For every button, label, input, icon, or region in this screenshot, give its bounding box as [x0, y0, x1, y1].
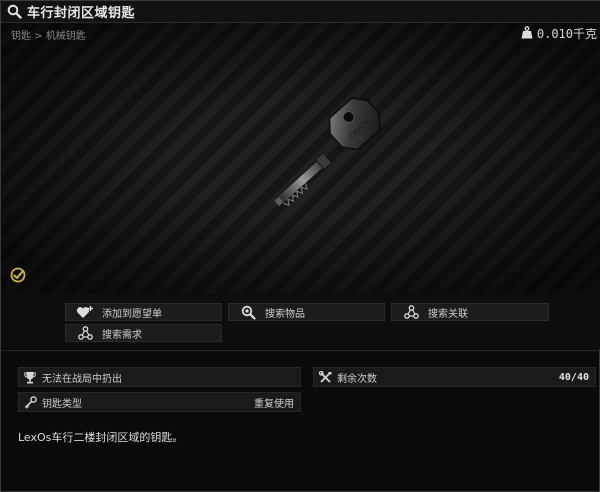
divider: [1, 350, 600, 351]
item-preview: 钥匙 > 机械钥匙 0.010千克 LexOs: [1, 23, 600, 293]
attribute-no-extract-label: 无法在战局中扔出: [42, 373, 122, 385]
search-related-button[interactable]: 搜索关联: [391, 303, 549, 321]
attribute-uses-left-label: 剩余次数: [337, 373, 377, 385]
action-bar: 添加到愿望单 搜索物品 搜索关联 搜索需求: [1, 293, 600, 349]
attribute-key-type-label: 钥匙类型: [42, 398, 82, 410]
weight-icon: [521, 25, 533, 42]
key-icon: [22, 394, 38, 410]
item-description: LexOs车行二楼封闭区域的钥匙。: [18, 431, 184, 444]
search-requirements-label: 搜索需求: [102, 329, 142, 341]
attribute-uses-left-value: 40/40: [558, 371, 589, 383]
add-to-wishlist-button[interactable]: 添加到愿望单: [65, 303, 222, 321]
search-item-button[interactable]: 搜索物品: [228, 303, 385, 321]
search-related-label: 搜索关联: [428, 308, 468, 320]
check-circle-icon: [10, 267, 26, 287]
attribute-no-extract: 无法在战局中扔出: [18, 367, 301, 387]
attribute-key-type: 钥匙类型 重复使用: [18, 392, 301, 412]
window-title: 车行封闭区域钥匙: [27, 6, 136, 21]
search-item-label: 搜索物品: [265, 308, 305, 320]
search-icon: [5, 3, 23, 21]
breadcrumb: 钥匙 > 机械钥匙: [11, 31, 86, 42]
zoom-search-icon: [237, 304, 259, 320]
heart-plus-icon: [74, 304, 96, 320]
key-image: LexOs: [274, 97, 381, 206]
attribute-uses-left: 剩余次数 40/40: [313, 367, 596, 387]
network-icon: [400, 304, 422, 320]
network-icon: [74, 325, 96, 341]
trophy-icon: [22, 369, 38, 385]
item-weight: 0.010千克: [521, 25, 597, 42]
weight-value: 0.010千克: [536, 27, 597, 41]
add-to-wishlist-label: 添加到愿望单: [102, 308, 162, 320]
title-bar[interactable]: 车行封闭区域钥匙: [1, 1, 600, 23]
search-requirements-button[interactable]: 搜索需求: [65, 324, 222, 342]
item-inspect-window: 车行封闭区域钥匙 钥匙 > 机械钥匙 0.010千克 LexOs 添加到愿望单 …: [0, 0, 600, 492]
attribute-key-type-value: 重复使用: [254, 398, 294, 410]
wrench-icon: [317, 369, 333, 385]
